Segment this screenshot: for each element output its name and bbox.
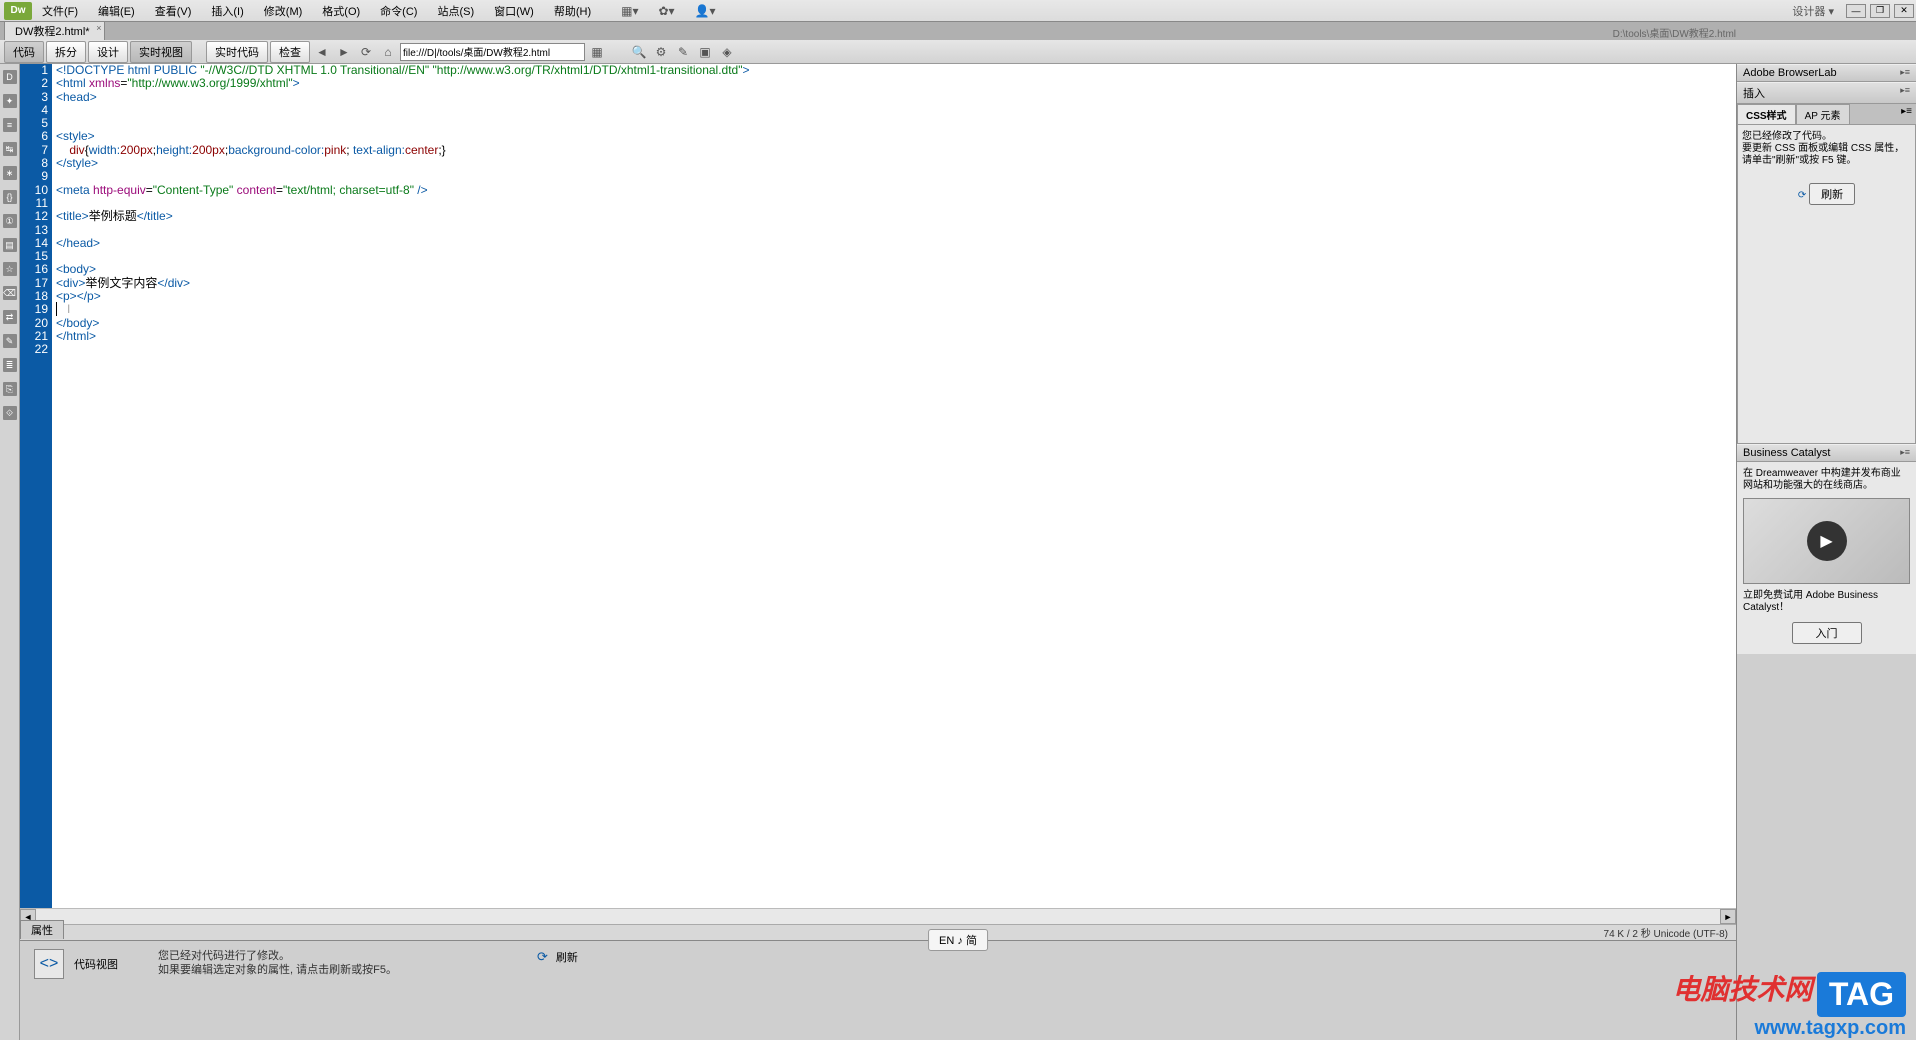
ime-indicator[interactable]: EN ♪ 简 [928, 929, 988, 951]
status-bar: 74 K / 2 秒 Unicode (UTF-8) [20, 924, 1736, 940]
live-code-button[interactable]: 实时代码 [206, 41, 268, 63]
code-tool-icon[interactable]: ≣ [3, 358, 17, 372]
business-catalyst-body: 在 Dreamweaver 中构建并发布商业网站和功能强大的在线商店。 ▶ 立即… [1737, 462, 1916, 654]
code-tool-icon[interactable]: ↹ [3, 142, 17, 156]
css-tabs: CSS样式 AP 元素 ▸≡ [1737, 104, 1916, 124]
code-tool-icon[interactable]: ⌫ [3, 286, 17, 300]
code-tool-icon[interactable]: ⟐ [3, 406, 17, 420]
close-button[interactable]: ✕ [1894, 4, 1914, 18]
app-logo: Dw [4, 2, 32, 20]
bc-message: 在 Dreamweaver 中构建并发布商业网站和功能强大的在线商店。 [1743, 468, 1910, 492]
browserlab-panel-head[interactable]: Adobe BrowserLab▸≡ [1737, 64, 1916, 82]
refresh-label[interactable]: 刷新 [556, 949, 578, 965]
watermark: 电脑技术网 TAG www.tagxp.com [1672, 968, 1906, 1040]
forward-icon[interactable]: ► [334, 43, 354, 61]
code-content[interactable]: <!DOCTYPE html PUBLIC "-//W3C//DTD XHTML… [52, 64, 1736, 908]
insert-panel-head[interactable]: 插入▸≡ [1737, 82, 1916, 104]
ap-elements-tab[interactable]: AP 元素 [1796, 104, 1850, 124]
watermark-tag: TAG [1817, 972, 1906, 1017]
menu-commands[interactable]: 命令(C) [370, 3, 427, 19]
view-split-button[interactable]: 拆分 [46, 41, 86, 63]
watermark-text: 电脑技术网 [1672, 974, 1812, 1005]
workspace-label[interactable]: 设计器 ▾ [1782, 3, 1844, 19]
tool-icon-2[interactable]: ⚙ [651, 43, 671, 61]
properties-title: 代码视图 [74, 956, 118, 972]
main-area: D ✦ ≡ ↹ ∗ {} ① ▤ ☆ ⌫ ⇄ ✎ ≣ ⎘ ⟐ 123456789… [0, 64, 1916, 1040]
close-tab-icon[interactable]: × [96, 23, 101, 33]
properties-panel: <> 代码视图 您已经对代码进行了修改。 如果要编辑选定对象的属性, 请点击刷新… [20, 940, 1736, 1040]
maximize-button[interactable]: ❐ [1870, 4, 1890, 18]
code-tool-icon[interactable]: ▤ [3, 238, 17, 252]
code-tool-icon[interactable]: ① [3, 214, 17, 228]
editor-area: 12345678910111213141516171819202122 <!DO… [20, 64, 1736, 1040]
tool-icon-1[interactable]: 🔍 [629, 43, 649, 61]
code-tool-icon[interactable]: ☆ [3, 262, 17, 276]
scroll-right-icon[interactable]: ► [1720, 909, 1736, 924]
tool-icon-5[interactable]: ◈ [717, 43, 737, 61]
horizontal-scrollbar[interactable]: ◄ ► [20, 908, 1736, 924]
code-tool-icon[interactable]: ✦ [3, 94, 17, 108]
business-catalyst-head[interactable]: Business Catalyst▸≡ [1737, 444, 1916, 462]
bc-trial-text: 立即免费试用 Adobe Business Catalyst！ [1743, 590, 1910, 614]
code-tool-icon[interactable]: D [3, 70, 17, 84]
menu-file[interactable]: 文件(F) [32, 3, 88, 19]
sync-icon[interactable]: 👤▾ [695, 4, 716, 18]
code-tool-icon[interactable]: ∗ [3, 166, 17, 180]
document-tab-bar: DW教程2.html* × D:\tools\桌面\DW教程2.html [0, 22, 1916, 40]
status-text: 74 K / 2 秒 Unicode (UTF-8) [1604, 925, 1728, 940]
play-icon[interactable]: ▶ [1807, 521, 1847, 561]
view-code-button[interactable]: 代码 [4, 41, 44, 63]
menu-view[interactable]: 查看(V) [145, 3, 202, 19]
layout-icon[interactable]: ▦▾ [621, 4, 638, 18]
refresh-icon[interactable]: ⟳ [356, 43, 376, 61]
watermark-url: www.tagxp.com [1672, 1017, 1906, 1040]
menu-help[interactable]: 帮助(H) [544, 3, 601, 19]
minimize-button[interactable]: — [1846, 4, 1866, 18]
properties-line2: 如果要编辑选定对象的属性, 请点击刷新或按F5。 [158, 963, 397, 977]
menu-site[interactable]: 站点(S) [427, 3, 484, 19]
left-tool-strip: D ✦ ≡ ↹ ∗ {} ① ▤ ☆ ⌫ ⇄ ✎ ≣ ⎘ ⟐ [0, 64, 20, 1040]
view-design-button[interactable]: 设计 [88, 41, 128, 63]
code-tool-icon[interactable]: {} [3, 190, 17, 204]
css-panel-body: 您已经修改了代码。 要更新 CSS 面板或编辑 CSS 属性，请单击"刷新"或按… [1737, 124, 1916, 444]
tool-icon-4[interactable]: ▣ [695, 43, 715, 61]
bc-video-thumb[interactable]: ▶ [1743, 498, 1910, 584]
address-input[interactable] [400, 43, 585, 61]
line-number-gutter: 12345678910111213141516171819202122 [20, 64, 52, 908]
menu-edit[interactable]: 编辑(E) [88, 3, 145, 19]
browse-icon[interactable]: ▦ [587, 43, 607, 61]
css-refresh-button[interactable]: 刷新 [1809, 183, 1855, 205]
document-tab-label: DW教程2.html* [15, 26, 90, 38]
menu-insert[interactable]: 插入(I) [201, 3, 253, 19]
view-live-button[interactable]: 实时视图 [130, 41, 192, 63]
menu-modify[interactable]: 修改(M) [254, 3, 313, 19]
inspect-button[interactable]: 检查 [270, 41, 310, 63]
refresh-icon[interactable]: ⟳ [537, 949, 548, 965]
code-editor[interactable]: 12345678910111213141516171819202122 <!DO… [20, 64, 1736, 908]
bc-start-button[interactable]: 入门 [1792, 622, 1862, 644]
css-styles-tab[interactable]: CSS样式 [1737, 104, 1796, 124]
extend-icon[interactable]: ✿▾ [659, 4, 675, 18]
tool-icon-3[interactable]: ✎ [673, 43, 693, 61]
document-tab[interactable]: DW教程2.html* × [4, 21, 105, 40]
view-toolbar: 代码 拆分 设计 实时视图 实时代码 检查 ◄ ► ⟳ ⌂ ▦ 🔍 ⚙ ✎ ▣ … [0, 40, 1916, 64]
code-tool-icon[interactable]: ⇄ [3, 310, 17, 324]
right-dock: Adobe BrowserLab▸≡ 插入▸≡ CSS样式 AP 元素 ▸≡ 您… [1736, 64, 1916, 1040]
menu-window[interactable]: 窗口(W) [484, 3, 544, 19]
css-message: 您已经修改了代码。 要更新 CSS 面板或编辑 CSS 属性，请单击"刷新"或按… [1742, 131, 1911, 167]
properties-tab[interactable]: 属性 [20, 920, 64, 939]
menu-format[interactable]: 格式(O) [312, 3, 370, 19]
code-tool-icon[interactable]: ⎘ [3, 382, 17, 396]
properties-line1: 您已经对代码进行了修改。 [158, 949, 397, 963]
menu-bar: Dw 文件(F) 编辑(E) 查看(V) 插入(I) 修改(M) 格式(O) 命… [0, 0, 1916, 22]
document-path: D:\tools\桌面\DW教程2.html [1613, 25, 1736, 40]
code-tool-icon[interactable]: ✎ [3, 334, 17, 348]
code-view-icon: <> [34, 949, 64, 979]
refresh-icon[interactable]: ⟳ [1798, 190, 1806, 201]
code-tool-icon[interactable]: ≡ [3, 118, 17, 132]
home-icon[interactable]: ⌂ [378, 43, 398, 61]
back-icon[interactable]: ◄ [312, 43, 332, 61]
